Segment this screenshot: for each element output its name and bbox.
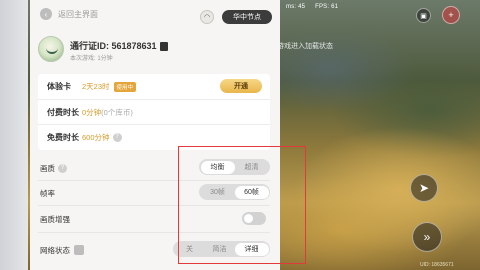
trial-value: 2天23时 bbox=[82, 82, 110, 91]
ping-readout: ms: 45 bbox=[286, 4, 306, 10]
quality-selector: 均衡 超清 bbox=[199, 159, 270, 175]
netstatus-selector: 关 简洁 详细 bbox=[173, 241, 270, 257]
free-label: 免费时长 bbox=[47, 132, 79, 142]
framerate-option-30[interactable]: 30帧 bbox=[201, 186, 235, 199]
question-icon[interactable]: ? bbox=[112, 132, 122, 142]
divider bbox=[38, 205, 270, 206]
left-edge-strip bbox=[0, 0, 28, 270]
netstatus-option-simple[interactable]: 简洁 bbox=[205, 243, 235, 256]
add-icon[interactable]: + bbox=[442, 6, 460, 24]
free-row: 免费时长 600分钟 ? bbox=[38, 124, 270, 149]
framerate-selector: 30帧 60帧 bbox=[199, 184, 270, 200]
in-use-badge: 使用中 bbox=[113, 81, 137, 92]
paid-value: 0分钟 bbox=[82, 107, 102, 117]
enhance-row: 画质增强 bbox=[38, 209, 270, 229]
quality-option-balanced[interactable]: 均衡 bbox=[200, 160, 235, 174]
pass-id-text: 通行证ID: 561878631 bbox=[70, 41, 157, 51]
hud-stats: ms: 45 FPS: 61 bbox=[286, 4, 346, 10]
divider bbox=[38, 180, 270, 181]
netstatus-option-off[interactable]: 关 bbox=[175, 243, 205, 256]
trial-row: 体验卡 2天23时 使用中 开通 bbox=[38, 74, 270, 99]
quality-row: 画质 ? 均衡 超清 bbox=[38, 158, 270, 178]
free-value: 600分钟 bbox=[82, 132, 110, 142]
fps-readout: FPS: 61 bbox=[315, 4, 339, 10]
profile-section: 通行证ID: 561878631 本次游戏: 1分钟 bbox=[38, 34, 268, 64]
back-arrow-icon: ‹ bbox=[40, 8, 52, 20]
quality-help-icon[interactable]: ? bbox=[58, 163, 67, 173]
netstatus-label: 网络状态 bbox=[40, 245, 70, 255]
divider bbox=[38, 232, 270, 233]
open-subscription-button[interactable]: 开通 bbox=[220, 79, 262, 93]
copy-icon[interactable] bbox=[159, 42, 168, 52]
sprint-icon[interactable]: ➤ bbox=[410, 174, 438, 202]
settings-panel: ‹ 返回主界面 ◠ 华中节点 通行证ID: 561878631 本次游戏: 1分… bbox=[30, 0, 306, 270]
framerate-label: 帧率 bbox=[40, 188, 55, 198]
dash-icon[interactable]: » bbox=[412, 222, 442, 252]
panel-header: ‹ 返回主界面 ◠ 华中节点 bbox=[30, 4, 280, 26]
paid-row: 付费时长 0分钟 (0个库币) bbox=[38, 99, 270, 124]
pass-id: 通行证ID: 561878631 bbox=[70, 39, 168, 52]
netstatus-option-detailed[interactable]: 详细 bbox=[234, 242, 269, 256]
avatar bbox=[38, 36, 64, 62]
framerate-option-60[interactable]: 60帧 bbox=[234, 185, 269, 199]
trial-label: 体验卡 bbox=[47, 82, 71, 91]
camera-icon[interactable]: ▣ bbox=[416, 8, 431, 23]
back-to-main-button[interactable]: ‹ 返回主界面 bbox=[40, 8, 98, 20]
network-icon bbox=[74, 245, 84, 255]
uid-text: UID: 18635671 bbox=[420, 262, 454, 268]
account-card: 体验卡 2天23时 使用中 开通 付费时长 0分钟 (0个库币) 免费时长 60… bbox=[38, 74, 270, 150]
netstatus-row: 网络状态 关 简洁 详细 bbox=[38, 240, 270, 260]
node-select-button[interactable]: 华中节点 bbox=[222, 10, 272, 24]
framerate-row: 帧率 30帧 60帧 bbox=[38, 183, 270, 203]
headset-icon[interactable]: ◠ bbox=[200, 10, 214, 24]
session-time: 本次游戏: 1分钟 bbox=[70, 56, 113, 62]
paid-suffix: (0个库币) bbox=[101, 107, 133, 117]
enhance-label: 画质增强 bbox=[40, 214, 70, 224]
back-label: 返回主界面 bbox=[58, 9, 98, 19]
enhance-toggle[interactable] bbox=[242, 212, 266, 225]
quality-option-ultra[interactable]: 超清 bbox=[235, 161, 269, 174]
quality-label: 画质 bbox=[40, 163, 55, 173]
paid-label: 付费时长 bbox=[47, 107, 79, 117]
